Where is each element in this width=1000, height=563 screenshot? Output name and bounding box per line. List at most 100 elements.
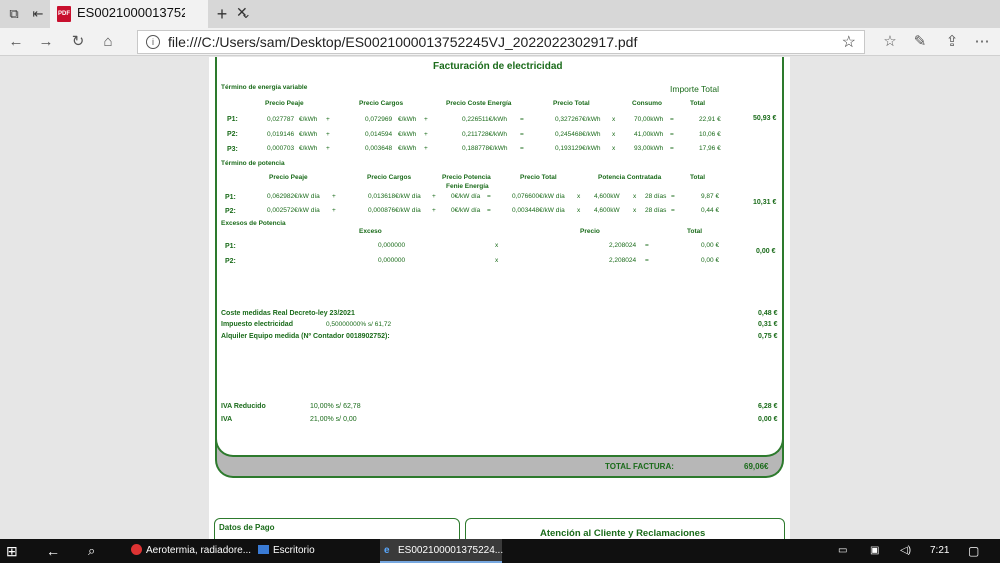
cell: 0€/kW día (451, 207, 481, 214)
cell: 0,000876€/kW día (368, 207, 421, 214)
col-header: Potencia Contratada (598, 174, 662, 181)
cell: = (520, 116, 524, 123)
cell: = (670, 145, 674, 152)
otros-label: Impuesto electricidad (221, 321, 293, 328)
col-header: Fenie Energía (446, 183, 489, 190)
search-icon[interactable]: ⌕ (88, 539, 106, 563)
total-value: 69,06€ (744, 462, 769, 471)
col-header: Exceso (359, 228, 382, 235)
tab-actions-icon[interactable]: ⧉ (4, 4, 24, 24)
tab-title: ES00210000137522 (77, 5, 185, 20)
chrome-icon (131, 544, 142, 555)
taskbar: ⊞ ← ⌕ Aerotermia, radiadore... Escritori… (0, 539, 1000, 563)
cell: x (577, 207, 581, 214)
url-text[interactable]: file:///C:/Users/sam/Desktop/ES002100001… (168, 34, 637, 50)
taskbar-app-chrome[interactable]: Aerotermia, radiadore... (127, 539, 252, 563)
otros-value: 0,48 € (758, 310, 778, 317)
edge-icon: e (384, 545, 390, 556)
otros-label: Coste medidas Real Decreto-ley 23/2021 (221, 310, 355, 317)
iva-detail: 10,00% s/ 62,78 (310, 403, 361, 410)
taskbar-app-edge[interactable]: e ES002100001375224... (380, 539, 504, 563)
notifications-icon[interactable]: ▢ (968, 539, 986, 563)
cell: 0,000000 (378, 242, 406, 249)
set-tabs-aside-icon[interactable]: ⇤ (28, 4, 48, 24)
cell: 0,013618€/kW día (368, 193, 421, 200)
cell: + (332, 193, 336, 200)
pdf-viewer[interactable]: Facturación de electricidad Importe Tota… (0, 57, 1000, 539)
cell: 0,188778€/kWh (462, 145, 508, 152)
cell: x (633, 207, 637, 214)
cell: x (612, 131, 616, 138)
cell: 0,00 € (701, 242, 720, 249)
taskbar-app-desktop[interactable]: Escritorio (254, 539, 376, 563)
period-label: P1: (225, 243, 236, 250)
col-header: Total (690, 174, 706, 181)
cell: 0,000000 (378, 257, 406, 264)
period-label: P2: (227, 131, 238, 138)
cell: x (633, 193, 637, 200)
period-label: P1: (225, 194, 236, 201)
cell: 4,600kW (594, 193, 620, 200)
home-icon[interactable]: ⌂ (98, 32, 118, 52)
taskbar-app-label: Escritorio (273, 545, 315, 556)
pen-icon[interactable]: ✎ (910, 32, 930, 52)
favorite-star-icon[interactable]: ☆ (842, 32, 856, 52)
cell: 0,062982€/kW día (267, 193, 320, 200)
more-icon[interactable]: ⋯ (972, 32, 992, 52)
iva-value: 0,00 € (758, 416, 778, 423)
back-arrow-icon[interactable]: ← (46, 539, 64, 563)
cell: 9,87 € (701, 193, 720, 200)
clock[interactable]: 7:21 (930, 539, 956, 563)
refresh-icon[interactable]: ↻ (68, 32, 88, 52)
cell: 10,06 € (699, 131, 721, 138)
cell: = (520, 145, 524, 152)
back-icon[interactable]: ← (6, 32, 26, 52)
cell: €/kWh (398, 145, 417, 152)
cell: + (424, 116, 428, 123)
cell: x (612, 145, 616, 152)
cell: 28 días (645, 207, 667, 214)
new-tab-icon[interactable]: + (212, 4, 232, 24)
col-header: Total (690, 100, 706, 107)
cell: 0,027787 (267, 116, 295, 123)
datos-pago-title: Datos de Pago (219, 523, 275, 532)
atencion-cliente-title: Atención al Cliente y Reclamaciones (540, 528, 706, 539)
info-icon[interactable]: i (146, 35, 160, 49)
navigation-bar: ← → ↻ ⌂ i file:///C:/Users/sam/Desktop/E… (0, 28, 1000, 56)
col-header: Precio Peaje (265, 100, 304, 107)
cell: x (612, 116, 616, 123)
tab-bar: ⧉ ⇤ PDF ES00210000137522 ✕ + ⌄ (0, 0, 1000, 28)
taskbar-app-label: Aerotermia, radiadore... (146, 545, 252, 556)
pdf-page: Facturación de electricidad Importe Tota… (209, 57, 790, 539)
otros-value: 0,75 € (758, 333, 778, 340)
network-icon[interactable]: ▣ (870, 539, 884, 563)
cell: 22,91 € (699, 116, 721, 123)
cell: 0,211728€/kWh (462, 131, 508, 138)
cell: x (495, 257, 499, 264)
address-bar[interactable]: i file:///C:/Users/sam/Desktop/ES0021000… (137, 30, 865, 54)
forward-icon[interactable]: → (36, 32, 56, 52)
cell: = (487, 193, 491, 200)
cell: 0,076600€/kW día (512, 193, 565, 200)
volume-icon[interactable]: ◁) (900, 539, 914, 563)
cell: €/kWh (398, 131, 417, 138)
taskbar-app-label: ES002100001375224... (398, 545, 504, 556)
cell: 0,327267€/kWh (555, 116, 601, 123)
iva-label: IVA (221, 416, 233, 423)
col-header: Precio (580, 228, 600, 235)
cell: 0,000703 (267, 145, 295, 152)
pdf-icon: PDF (57, 6, 71, 22)
share-icon[interactable]: ⇪ (942, 32, 962, 52)
cell: 0,245468€/kWh (555, 131, 601, 138)
cell: + (332, 207, 336, 214)
col-header: Precio Potencia (442, 174, 491, 181)
iva-value: 6,28 € (758, 403, 778, 410)
period-label: P2: (225, 208, 236, 215)
windows-start-icon[interactable]: ⊞ (6, 539, 24, 563)
chevron-down-icon[interactable]: ⌄ (236, 4, 256, 24)
cell: 0,00 € (701, 257, 720, 264)
battery-icon[interactable]: ▭ (838, 539, 852, 563)
favorites-icon[interactable]: ☆ (880, 32, 900, 52)
tab-pdf[interactable]: PDF ES00210000137522 ✕ (50, 0, 248, 28)
cell: = (671, 193, 675, 200)
